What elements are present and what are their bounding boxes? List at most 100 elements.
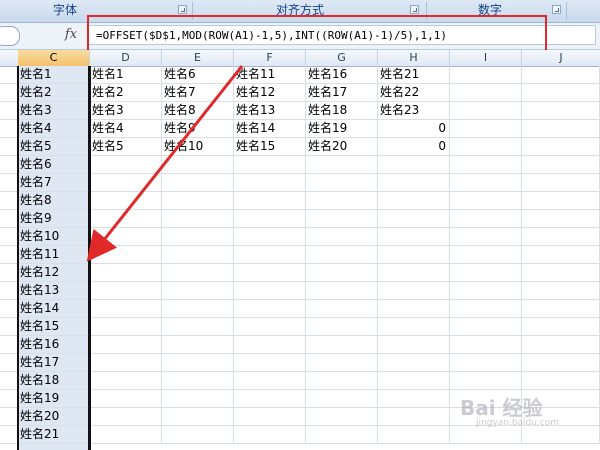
cell-i[interactable] xyxy=(450,246,522,264)
cell-c[interactable]: 姓名15 xyxy=(18,318,90,336)
cell-i[interactable] xyxy=(450,138,522,156)
cell-e[interactable] xyxy=(162,336,234,354)
cell-j[interactable] xyxy=(522,354,600,372)
cell-f[interactable] xyxy=(234,192,306,210)
column-header-d[interactable]: D xyxy=(90,50,162,66)
cell-j[interactable] xyxy=(522,228,600,246)
cell-j[interactable] xyxy=(522,120,600,138)
ribbon-group-alignment[interactable]: 对齐方式 xyxy=(250,0,350,20)
cell-d[interactable] xyxy=(90,318,162,336)
cell-h[interactable] xyxy=(378,246,450,264)
cell-c[interactable]: 姓名19 xyxy=(18,390,90,408)
cell-f[interactable] xyxy=(234,246,306,264)
cell-c[interactable]: 姓名20 xyxy=(18,408,90,426)
cell-c[interactable]: 姓名17 xyxy=(18,354,90,372)
cell-c[interactable]: 姓名1 xyxy=(18,66,90,84)
cell-g[interactable] xyxy=(306,174,378,192)
cell-d[interactable] xyxy=(90,174,162,192)
number-dialog-launcher-icon[interactable] xyxy=(552,5,561,14)
cell-e[interactable]: 姓名10 xyxy=(162,138,234,156)
cell-j[interactable] xyxy=(522,102,600,120)
cell-g[interactable] xyxy=(306,210,378,228)
cell-f[interactable] xyxy=(234,372,306,390)
cell-h[interactable] xyxy=(378,408,450,426)
cell-g[interactable]: 姓名17 xyxy=(306,84,378,102)
cell-e[interactable] xyxy=(162,282,234,300)
cell-d[interactable]: 姓名3 xyxy=(90,102,162,120)
cell-j[interactable] xyxy=(522,174,600,192)
cell-c[interactable]: 姓名16 xyxy=(18,336,90,354)
cell-j[interactable] xyxy=(522,156,600,174)
cell-e[interactable]: 姓名7 xyxy=(162,84,234,102)
cell-i[interactable] xyxy=(450,426,522,444)
cell-g[interactable]: 姓名18 xyxy=(306,102,378,120)
cell-d[interactable]: 姓名1 xyxy=(90,66,162,84)
cell-h[interactable] xyxy=(378,318,450,336)
cell-d[interactable]: 姓名5 xyxy=(90,138,162,156)
cell-c[interactable]: 姓名2 xyxy=(18,84,90,102)
column-header-c[interactable]: C xyxy=(18,50,90,66)
cell-i[interactable] xyxy=(450,372,522,390)
cell-f[interactable] xyxy=(234,174,306,192)
cell-h[interactable]: 姓名22 xyxy=(378,84,450,102)
cell-i[interactable] xyxy=(450,300,522,318)
cell-h[interactable] xyxy=(378,174,450,192)
cell-i[interactable] xyxy=(450,192,522,210)
cell-g[interactable] xyxy=(306,300,378,318)
cell-c[interactable]: 姓名21 xyxy=(18,426,90,444)
cell-c[interactable]: 姓名7 xyxy=(18,174,90,192)
cell-h[interactable]: 姓名23 xyxy=(378,102,450,120)
cell-e[interactable] xyxy=(162,246,234,264)
cell-f[interactable] xyxy=(234,156,306,174)
cell-c[interactable]: 姓名4 xyxy=(18,120,90,138)
cell-f[interactable] xyxy=(234,336,306,354)
cell-f[interactable] xyxy=(234,300,306,318)
cell-f[interactable] xyxy=(234,354,306,372)
cell-h[interactable]: 0 xyxy=(378,138,450,156)
cell-d[interactable]: 姓名4 xyxy=(90,120,162,138)
cell-j[interactable] xyxy=(522,336,600,354)
font-dialog-launcher-icon[interactable] xyxy=(178,5,187,14)
cell-e[interactable] xyxy=(162,354,234,372)
cell-c[interactable]: 姓名14 xyxy=(18,300,90,318)
cell-d[interactable] xyxy=(90,408,162,426)
cell-j[interactable] xyxy=(522,246,600,264)
cell-f[interactable] xyxy=(234,210,306,228)
cell-f[interactable] xyxy=(234,264,306,282)
column-header-j[interactable]: J xyxy=(522,50,600,66)
cell-e[interactable] xyxy=(162,174,234,192)
cell-h[interactable] xyxy=(378,390,450,408)
cell-f[interactable] xyxy=(234,426,306,444)
cell-g[interactable] xyxy=(306,318,378,336)
cell-j[interactable] xyxy=(522,372,600,390)
cell-j[interactable] xyxy=(522,282,600,300)
cell-d[interactable] xyxy=(90,336,162,354)
cell-e[interactable] xyxy=(162,264,234,282)
cell-f[interactable] xyxy=(234,390,306,408)
cell-g[interactable]: 姓名19 xyxy=(306,120,378,138)
cell-c[interactable]: 姓名12 xyxy=(18,264,90,282)
column-header-i[interactable]: I xyxy=(450,50,522,66)
cell-e[interactable] xyxy=(162,390,234,408)
alignment-dialog-launcher-icon[interactable] xyxy=(410,5,419,14)
cell-g[interactable] xyxy=(306,390,378,408)
cell-d[interactable] xyxy=(90,282,162,300)
cell-d[interactable] xyxy=(90,228,162,246)
cell-e[interactable] xyxy=(162,426,234,444)
cell-e[interactable]: 姓名9 xyxy=(162,120,234,138)
cell-h[interactable]: 0 xyxy=(378,120,450,138)
cell-g[interactable] xyxy=(306,228,378,246)
cell-h[interactable]: 姓名21 xyxy=(378,66,450,84)
cell-h[interactable] xyxy=(378,228,450,246)
cell-e[interactable] xyxy=(162,372,234,390)
cell-g[interactable] xyxy=(306,156,378,174)
cell-g[interactable]: 姓名20 xyxy=(306,138,378,156)
ribbon-group-font[interactable]: 字体 xyxy=(20,0,110,20)
cell-h[interactable] xyxy=(378,192,450,210)
cell-j[interactable] xyxy=(522,66,600,84)
cell-g[interactable] xyxy=(306,426,378,444)
cell-j[interactable] xyxy=(522,264,600,282)
cell-d[interactable] xyxy=(90,372,162,390)
cell-h[interactable] xyxy=(378,426,450,444)
cell-f[interactable]: 姓名12 xyxy=(234,84,306,102)
